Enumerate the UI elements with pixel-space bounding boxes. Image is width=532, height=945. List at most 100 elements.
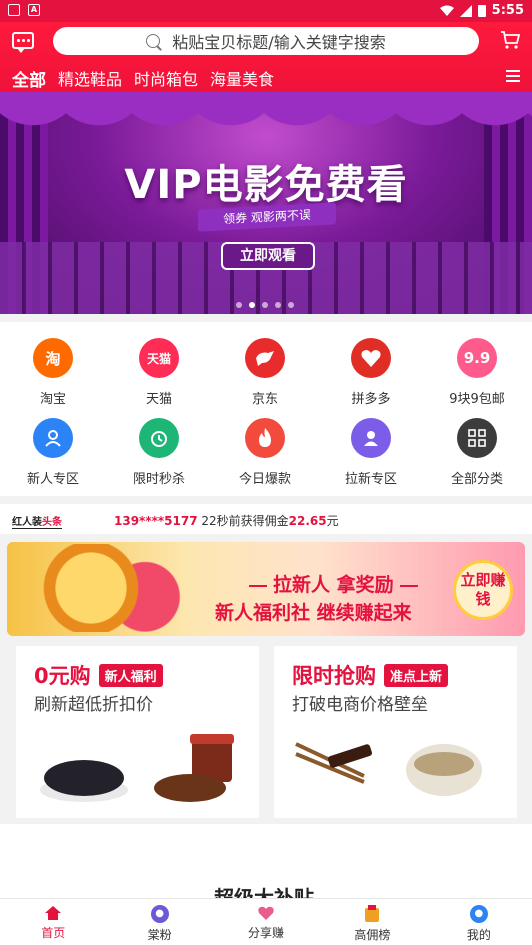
signal-icon xyxy=(459,4,472,17)
category-label: 9块9包邮 xyxy=(449,392,505,407)
wifi-icon xyxy=(439,5,454,16)
category-label: 新人专区 xyxy=(26,472,79,487)
category-jd[interactable]: 京东 xyxy=(212,338,318,407)
status-left: A xyxy=(8,4,40,16)
category-all[interactable]: 全部分类 xyxy=(424,418,530,487)
carousel-dot[interactable] xyxy=(288,302,294,308)
share-heart-icon xyxy=(258,906,274,920)
carousel-dots xyxy=(236,302,294,308)
card-title: 0元购 xyxy=(34,664,91,688)
card-tag: 准点上新 xyxy=(384,663,449,687)
flash-sale-card[interactable]: 限时抢购 准点上新 打破电商价格壁垒 xyxy=(274,646,517,818)
carousel-dot[interactable] xyxy=(275,302,281,308)
tmall-icon: 天猫 xyxy=(139,338,179,378)
category-label: 淘宝 xyxy=(39,392,66,407)
ranking-icon xyxy=(365,905,380,922)
deal-cards: 0元购 新人福利 刷新超低折扣价 限时抢购 准点上新 打破电商价格壁垒 xyxy=(0,644,532,824)
category-label: 今日爆款 xyxy=(238,472,291,487)
clock: 5:55 xyxy=(491,3,524,18)
category-label: 拉新专区 xyxy=(344,472,397,487)
battery-icon xyxy=(477,5,486,17)
headline-ticker[interactable]: 红人装头条 139****5177 22秒前获得佣金22.65元 xyxy=(0,504,532,534)
nine-nine-icon: 9.9 xyxy=(457,338,497,378)
category-label: 全部分类 xyxy=(450,472,503,487)
pinduoduo-icon xyxy=(351,338,391,378)
status-bar: A 5:55 xyxy=(0,0,532,22)
nav-profile[interactable]: ● 我的 xyxy=(426,899,532,945)
nav-home[interactable]: 首页 xyxy=(0,899,106,945)
carousel-dot[interactable] xyxy=(236,302,242,308)
home-icon xyxy=(45,906,62,920)
card-title: 限时抢购 xyxy=(292,664,376,688)
nav-share[interactable]: 分享赚 xyxy=(213,899,319,945)
jd-dog-icon xyxy=(245,338,285,378)
headline-logo: 红人装头条 xyxy=(12,513,62,529)
search-input[interactable]: 粘贴宝贝标题/输入关键字搜索 xyxy=(53,27,479,55)
treasure-chest-image xyxy=(19,544,199,632)
grid-icon xyxy=(457,418,497,458)
carousel-dot-active[interactable] xyxy=(249,302,255,308)
nav-label: 首页 xyxy=(41,926,66,940)
category-label: 京东 xyxy=(251,392,278,407)
category-label: 天猫 xyxy=(145,392,172,407)
nav-label: 分享赚 xyxy=(248,926,285,940)
card-title-row: 限时抢购 准点上新 xyxy=(292,660,449,690)
card-title-row: 0元购 新人福利 xyxy=(34,660,163,690)
category-9-9[interactable]: 9.9 9块9包邮 xyxy=(424,338,530,407)
category-label: 拼多多 xyxy=(351,392,391,407)
taobao-icon: 淘 xyxy=(33,338,73,378)
watch-now-button[interactable]: 立即观看 xyxy=(221,242,315,270)
category-tabs: 全部 精选鞋品 时尚箱包 海量美食 xyxy=(12,66,274,91)
zero-yuan-card[interactable]: 0元购 新人福利 刷新超低折扣价 xyxy=(16,646,259,818)
search-icon xyxy=(146,34,161,48)
invite-user-icon xyxy=(351,418,391,458)
card-tag: 新人福利 xyxy=(98,663,163,687)
card-subtitle: 刷新超低折扣价 xyxy=(34,695,153,715)
notification-icon xyxy=(8,4,20,16)
fans-icon: ● xyxy=(150,905,169,923)
app-notification-icon: A xyxy=(28,4,40,16)
headline-text: 139****5177 22秒前获得佣金22.65元 xyxy=(114,514,339,528)
category-tmall[interactable]: 天猫 天猫 xyxy=(106,338,212,407)
category-taobao[interactable]: 淘 淘宝 xyxy=(0,338,106,407)
header: 粘贴宝贝标题/输入关键字搜索 全部 精选鞋品 时尚箱包 海量美食 xyxy=(0,22,532,92)
search-placeholder: 粘贴宝贝标题/输入关键字搜索 xyxy=(172,33,386,52)
profile-icon: ● xyxy=(469,905,488,923)
earn-now-button[interactable]: 立即赚钱 xyxy=(453,560,513,620)
nav-fans[interactable]: ● 棠粉 xyxy=(106,899,212,945)
banner-carousel[interactable]: VIP电影免费看 领券 观影两不误 立即观看 xyxy=(0,92,532,314)
category-invite[interactable]: 拉新专区 xyxy=(318,418,424,487)
card-subtitle: 打破电商价格壁垒 xyxy=(292,695,428,715)
nav-label: 高佣榜 xyxy=(354,928,391,942)
promo-headline: 拉新人 拿奖励 xyxy=(243,570,424,597)
bottom-nav: 首页 ● 棠粉 分享赚 高佣榜 ● 我的 xyxy=(0,898,532,945)
category-grid: 淘 淘宝 天猫 天猫 京东 拼多多 9.9 9块9包邮 新人专区 限时秒杀 今日… xyxy=(0,322,532,496)
tab-shoes[interactable]: 精选鞋品 xyxy=(58,66,122,91)
promo-subline: 新人福利社 继续赚起来 xyxy=(215,602,412,624)
product-image xyxy=(40,734,234,802)
nav-label: 我的 xyxy=(466,928,491,942)
tab-bags[interactable]: 时尚箱包 xyxy=(134,66,198,91)
new-user-icon xyxy=(33,418,73,458)
category-hot-today[interactable]: 今日爆款 xyxy=(212,418,318,487)
tab-all[interactable]: 全部 xyxy=(12,66,46,91)
menu-icon[interactable] xyxy=(506,70,520,83)
nav-label: 棠粉 xyxy=(147,928,172,942)
product-image xyxy=(295,742,482,796)
message-icon[interactable] xyxy=(12,32,34,53)
category-new-user[interactable]: 新人专区 xyxy=(0,418,106,487)
nav-ranking[interactable]: 高佣榜 xyxy=(319,899,425,945)
cart-icon[interactable] xyxy=(500,30,520,50)
category-label: 限时秒杀 xyxy=(132,472,185,487)
status-right: 5:55 xyxy=(439,3,524,18)
alarm-clock-icon xyxy=(139,418,179,458)
curtain-valance xyxy=(0,92,532,136)
category-pinduoduo[interactable]: 拼多多 xyxy=(318,338,424,407)
subsidy-section: 超级大补贴 xyxy=(0,824,532,910)
tab-food[interactable]: 海量美食 xyxy=(210,66,274,91)
invite-promo-banner[interactable]: 拉新人 拿奖励 新人福利社 继续赚起来 立即赚钱 xyxy=(7,542,525,636)
banner-title: VIP电影免费看 xyxy=(124,162,408,208)
carousel-dot[interactable] xyxy=(262,302,268,308)
category-flash-sale[interactable]: 限时秒杀 xyxy=(106,418,212,487)
flame-icon xyxy=(245,418,285,458)
